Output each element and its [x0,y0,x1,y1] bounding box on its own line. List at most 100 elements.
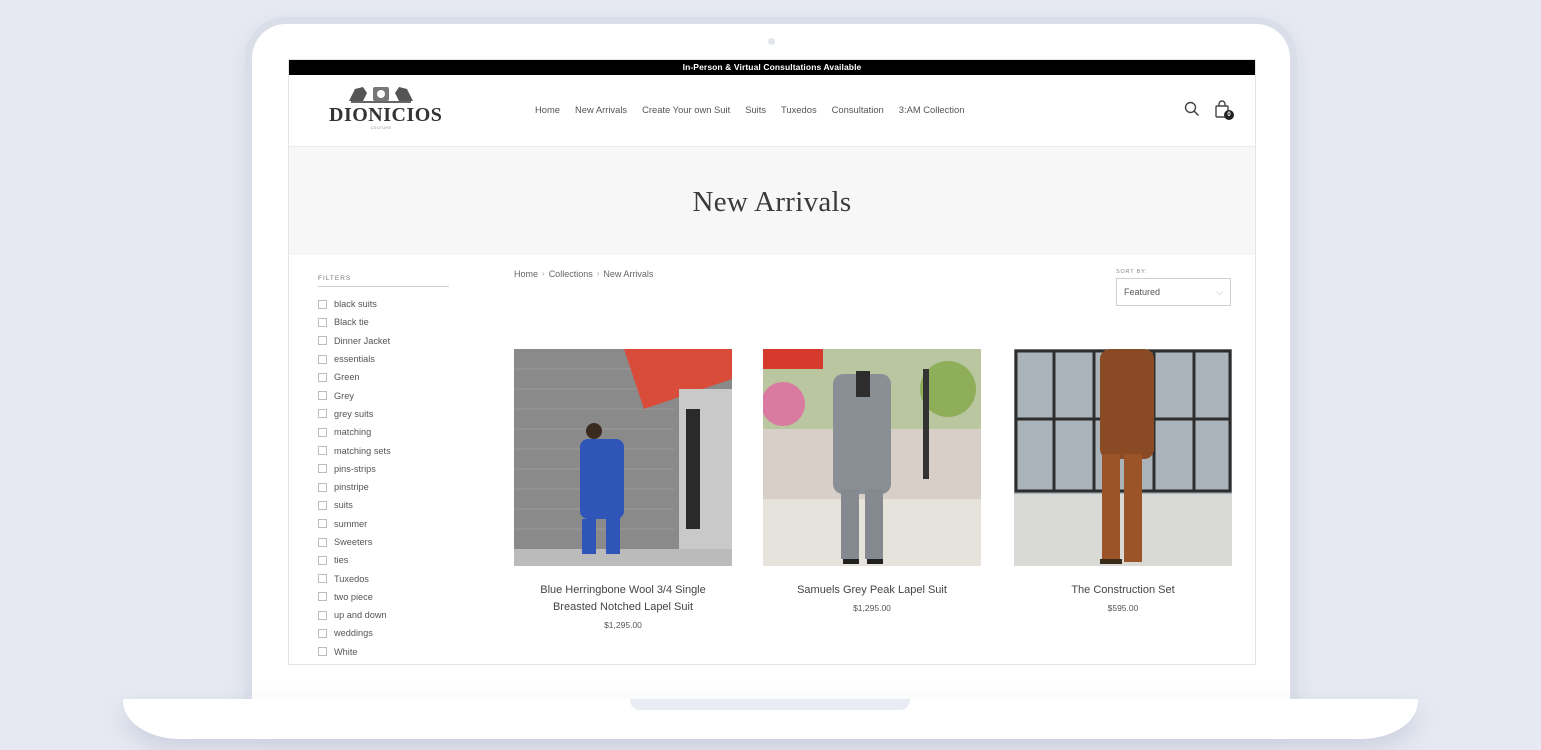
filter-item[interactable]: Sweeters [318,533,449,551]
filters-title: FILTERS [318,275,449,287]
chevron-down-icon: ⌵ [1216,286,1223,297]
product-name-line1: The Construction Set [1071,584,1175,596]
logo-wordmark: DIONICIOS [329,104,443,126]
filter-item[interactable]: Black tie [318,313,449,331]
sort-control: SORT BY: Featured ⌵ [1116,269,1231,306]
filter-checkbox[interactable] [318,317,327,327]
product-image[interactable] [514,349,732,566]
page-title: New Arrivals [692,186,852,218]
product-name[interactable]: The Construction Set [1014,582,1232,599]
filter-checkbox[interactable] [318,427,327,437]
breadcrumb: Home › Collections › New Arrivals [514,269,653,279]
filter-item[interactable]: Green [318,368,449,386]
breadcrumb-separator: › [596,269,600,278]
filter-item[interactable]: suits [318,496,449,514]
filter-item[interactable]: Dinner Jacket [318,332,449,350]
filter-item[interactable]: pinstripe [318,478,449,496]
filter-label: ties [334,555,349,566]
filter-label: matching sets [334,445,391,456]
product-image[interactable] [1014,349,1232,566]
product-price: $1,295.00 [853,603,891,613]
browser-screen: In-Person & Virtual Consultations Availa… [288,59,1256,665]
filter-label: Sweeters [334,537,373,547]
filter-item[interactable]: ties [318,551,449,569]
header-icons: 0 [1183,99,1234,120]
nav-create-your-own-suit[interactable]: Create Your own Suit [642,104,730,115]
filter-item[interactable]: up and down [318,606,449,624]
filter-item[interactable]: matching sets [318,441,449,459]
filter-label: White [334,646,358,657]
product-name[interactable]: Samuels Grey Peak Lapel Suit [763,582,981,599]
filter-checkbox[interactable] [318,409,327,419]
filter-checkbox[interactable] [318,628,327,638]
filter-item[interactable]: two piece [318,588,449,606]
laptop-base [123,699,1418,739]
filter-item[interactable]: Tuxedos [318,569,449,587]
filter-item[interactable]: matching [318,423,449,441]
filter-checkbox[interactable] [318,647,327,657]
filter-item[interactable]: pins-strips [318,460,449,478]
filter-checkbox[interactable] [318,610,327,620]
filter-item[interactable]: weddings [318,624,449,642]
announcement-bar: In-Person & Virtual Consultations Availa… [289,60,1255,75]
nav-consultation[interactable]: Consultation [832,104,884,115]
filter-label: Green [334,372,360,383]
filter-checkbox[interactable] [318,555,327,565]
nav-3am-collection[interactable]: 3:AM Collection [899,104,965,115]
filter-label: Grey [334,390,354,401]
nav-home[interactable]: Home [535,104,560,115]
filter-label: two piece [334,591,373,602]
filter-checkbox[interactable] [318,391,327,401]
product-card[interactable]: Samuels Grey Peak Lapel Suit $1,295.00 [763,349,981,613]
filter-item[interactable]: essentials [318,350,449,368]
filter-label: black suits [334,299,377,310]
filter-checkbox[interactable] [318,372,327,382]
filter-label: pinstripe [334,482,369,493]
breadcrumb-separator: › [542,269,545,278]
filter-label: pins-strips [334,463,376,474]
filter-checkbox[interactable] [318,336,327,346]
filter-checkbox[interactable] [318,500,327,510]
filter-checkbox[interactable] [318,537,327,547]
product-name[interactable]: Blue Herringbone Wool 3/4 Single Breaste… [514,582,732,616]
logo[interactable]: DIONICIOS COUTURE [329,83,443,139]
filter-checkbox[interactable] [318,592,327,602]
nav-new-arrivals[interactable]: New Arrivals [575,104,627,115]
nav-suits[interactable]: Suits [745,104,766,115]
filter-checkbox[interactable] [318,519,327,529]
nav-tuxedos[interactable]: Tuxedos [781,104,817,115]
filter-item[interactable]: black suits [318,295,449,313]
filter-checkbox[interactable] [318,446,327,456]
filter-checkbox[interactable] [318,354,327,364]
sort-selected-value: Featured [1124,287,1161,297]
sort-label: SORT BY: [1116,269,1148,275]
product-image[interactable] [763,349,981,566]
filter-list: black suits Black tie Dinner Jacket essenti… [318,295,449,661]
product-card[interactable]: The Construction Set $595.00 [1014,349,1232,613]
cart-count-badge: 0 [1224,110,1234,120]
filter-item[interactable]: White [318,643,449,661]
filter-label: essentials [334,354,375,365]
crest-icon [349,87,413,103]
filter-label: Dinner Jacket [334,335,391,346]
filter-item[interactable]: summer [318,515,449,533]
sort-select[interactable]: Featured ⌵ [1116,278,1231,306]
product-card[interactable]: Blue Herringbone Wool 3/4 Single Breaste… [514,349,732,630]
search-icon[interactable] [1183,99,1201,119]
breadcrumb-current: New Arrivals [603,269,654,279]
product-price: $1,295.00 [604,620,642,630]
product-price: $595.00 [1107,603,1139,613]
filter-checkbox[interactable] [318,482,327,492]
breadcrumb-home[interactable]: Home [514,269,538,279]
breadcrumb-collections[interactable]: Collections [549,269,593,279]
filter-checkbox[interactable] [318,574,327,584]
product-name-line2: Breasted Notched Lapel Suit [552,601,694,613]
product-name-line1: Samuels Grey Peak Lapel Suit [797,584,947,596]
shopping-bag-icon[interactable]: 0 [1213,99,1234,120]
filter-label: summer [334,518,368,529]
filter-item[interactable]: grey suits [318,405,449,423]
filter-checkbox[interactable] [318,464,327,474]
filter-label: Black tie [334,317,369,328]
filter-checkbox[interactable] [318,299,327,309]
filter-item[interactable]: Grey [318,386,449,404]
